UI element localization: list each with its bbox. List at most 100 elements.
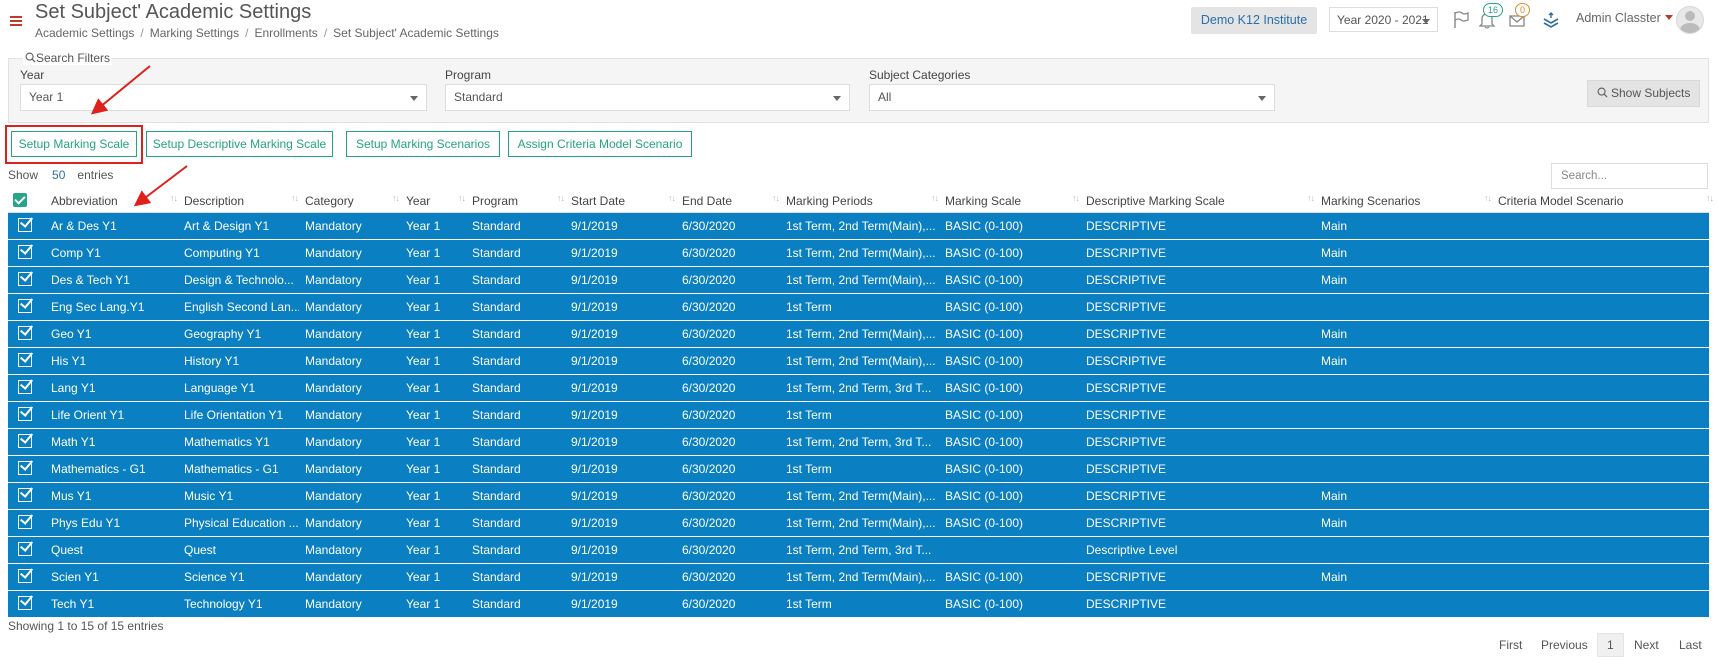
cell-description: Geography Y1 — [184, 327, 262, 341]
program-filter-select[interactable]: Standard — [445, 84, 850, 111]
sort-icon[interactable]: ↑↓ — [1307, 193, 1315, 203]
column-header-marking-periods[interactable]: Marking Periods — [786, 194, 873, 208]
table-row[interactable]: Ar & Des Y1 Art & Design Y1 Mandatory Year … — [8, 213, 1709, 240]
cell-end-date: 6/30/2020 — [682, 543, 736, 557]
row-checkbox[interactable] — [18, 407, 32, 421]
row-checkbox[interactable] — [18, 461, 32, 475]
sort-icon[interactable]: ↑↓ — [458, 193, 466, 203]
cell-abbreviation: Ar & Des Y1 — [51, 219, 117, 233]
table-row[interactable]: Phys Edu Y1 Physical Education ... Mandato… — [8, 510, 1709, 537]
table-row[interactable]: Life Orient Y1 Life Orientation Y1 Mandato… — [8, 402, 1709, 429]
assign-criteria-model-scenario-button[interactable]: Assign Criteria Model Scenario — [508, 131, 692, 157]
table-row[interactable]: Geo Y1 Geography Y1 Mandatory Year 1 Standar… — [8, 321, 1709, 348]
row-checkbox[interactable] — [18, 380, 32, 394]
table-row[interactable]: Quest Quest Mandatory Year 1 Standard 9/1/201… — [8, 537, 1709, 564]
table-search-input[interactable] — [1551, 163, 1708, 189]
row-checkbox[interactable] — [18, 596, 32, 610]
setup-descriptive-marking-scale-button[interactable]: Setup Descriptive Marking Scale — [146, 131, 333, 157]
cell-marking-scenarios: Main — [1321, 489, 1348, 503]
row-checkbox[interactable] — [18, 515, 32, 529]
table-row[interactable]: Comp Y1 Computing Y1 Mandatory Year 1 Standa… — [8, 240, 1709, 267]
cell-program: Standard — [472, 219, 521, 233]
cell-marking-scale: BASIC (0-100) — [945, 408, 1024, 422]
sort-icon[interactable]: ↑↓ — [1484, 193, 1492, 203]
sort-icon[interactable]: ↑↓ — [557, 193, 565, 203]
table-row[interactable]: Des & Tech Y1 Design & Technolo... Mandato… — [8, 267, 1709, 294]
row-checkbox[interactable] — [18, 542, 32, 556]
cell-year: Year 1 — [406, 219, 441, 233]
table-row[interactable]: Tech Y1 Technology Y1 Mandatory Year 1 Stand… — [8, 591, 1709, 618]
subject-categories-select[interactable]: All — [869, 84, 1275, 111]
pagination-last[interactable]: Last — [1679, 638, 1702, 652]
row-checkbox[interactable] — [18, 353, 32, 367]
subjects-table: Abbreviation ↑↓ Description ↑↓ Category ↑↓ Yea… — [8, 190, 1714, 618]
column-header-start-date[interactable]: Start Date — [571, 194, 625, 208]
cell-year: Year 1 — [406, 300, 441, 314]
select-all-checkbox[interactable] — [13, 193, 27, 207]
breadcrumb-academic-settings[interactable]: Academic Settings — [35, 26, 134, 40]
cell-abbreviation: Mus Y1 — [51, 489, 92, 503]
row-checkbox[interactable] — [18, 299, 32, 313]
flag-icon[interactable] — [1451, 10, 1471, 30]
cell-start-date: 9/1/2019 — [571, 462, 618, 476]
table-row[interactable]: His Y1 History Y1 Mandatory Year 1 Standard 9… — [8, 348, 1709, 375]
table-row[interactable]: Mus Y1 Music Y1 Mandatory Year 1 Standard 9/1… — [8, 483, 1709, 510]
cell-marking-scale: BASIC (0-100) — [945, 597, 1024, 611]
year-selector[interactable]: Year 2020 - 2021 — [1329, 7, 1438, 32]
show-subjects-button[interactable]: Show Subjects — [1587, 80, 1700, 107]
column-header-category[interactable]: Category — [305, 194, 354, 208]
sort-icon[interactable]: ↑↓ — [392, 193, 400, 203]
row-checkbox[interactable] — [18, 218, 32, 232]
pagination-next[interactable]: Next — [1634, 638, 1659, 652]
cell-descriptive-marking-scale: DESCRIPTIVE — [1086, 381, 1167, 395]
setup-marking-scenarios-button[interactable]: Setup Marking Scenarios — [346, 131, 500, 157]
page-size-select[interactable]: 50 — [52, 168, 65, 182]
cell-description: Technology Y1 — [184, 597, 263, 611]
user-menu[interactable]: Admin Classter — [1576, 11, 1673, 25]
breadcrumb-enrollments[interactable]: Enrollments — [254, 26, 317, 40]
layers-icon[interactable] — [1541, 10, 1561, 30]
sort-icon[interactable]: ↑↓ — [668, 193, 676, 203]
pagination-current[interactable]: 1 — [1597, 633, 1624, 657]
row-checkbox[interactable] — [18, 272, 32, 286]
sort-icon[interactable]: ↑↓ — [291, 193, 299, 203]
cell-description: Science Y1 — [184, 570, 245, 584]
program-filter-label: Program — [445, 68, 492, 82]
cell-program: Standard — [472, 435, 521, 449]
row-checkbox[interactable] — [18, 326, 32, 340]
table-row[interactable]: Lang Y1 Language Y1 Mandatory Year 1 Standar… — [8, 375, 1709, 402]
column-header-marking-scale[interactable]: Marking Scale — [945, 194, 1021, 208]
column-header-end-date[interactable]: End Date — [682, 194, 732, 208]
menu-icon[interactable] — [10, 16, 22, 26]
avatar[interactable] — [1676, 6, 1704, 34]
table-row[interactable]: Eng Sec Lang.Y1 English Second Lan... Mand… — [8, 294, 1709, 321]
column-header-abbreviation[interactable]: Abbreviation — [51, 194, 118, 208]
row-checkbox[interactable] — [18, 245, 32, 259]
row-checkbox[interactable] — [18, 434, 32, 448]
column-header-marking-scenarios[interactable]: Marking Scenarios — [1321, 194, 1420, 208]
table-row[interactable]: Math Y1 Mathematics Y1 Mandatory Year 1 Stan… — [8, 429, 1709, 456]
row-checkbox[interactable] — [18, 569, 32, 583]
column-header-year[interactable]: Year — [406, 194, 430, 208]
pagination-first[interactable]: First — [1499, 638, 1522, 652]
cell-year: Year 1 — [406, 381, 441, 395]
column-header-descriptive-marking-scale[interactable]: Descriptive Marking Scale — [1086, 194, 1225, 208]
column-header-criteria-model-scenario[interactable]: Criteria Model Scenario — [1498, 194, 1623, 208]
cell-marking-scale: BASIC (0-100) — [945, 300, 1024, 314]
pagination-previous[interactable]: Previous — [1541, 638, 1588, 652]
column-header-program[interactable]: Program — [472, 194, 518, 208]
cell-abbreviation: Lang Y1 — [51, 381, 96, 395]
sort-icon[interactable]: ↑↓ — [1706, 193, 1714, 203]
cell-program: Standard — [472, 408, 521, 422]
institute-button[interactable]: Demo K12 Institute — [1191, 7, 1317, 34]
sort-icon[interactable]: ↑↓ — [1072, 193, 1080, 203]
table-row[interactable]: Scien Y1 Science Y1 Mandatory Year 1 Standar… — [8, 564, 1709, 591]
column-header-description[interactable]: Description — [184, 194, 244, 208]
year-filter-select[interactable]: Year 1 — [20, 84, 427, 111]
sort-icon[interactable]: ↑↓ — [931, 193, 939, 203]
sort-icon[interactable]: ↑↓ — [170, 193, 178, 203]
breadcrumb-marking-settings[interactable]: Marking Settings — [150, 26, 239, 40]
row-checkbox[interactable] — [18, 488, 32, 502]
table-row[interactable]: Mathematics - G1 Mathematics - G1 Mandator… — [8, 456, 1709, 483]
sort-icon[interactable]: ↑↓ — [772, 193, 780, 203]
